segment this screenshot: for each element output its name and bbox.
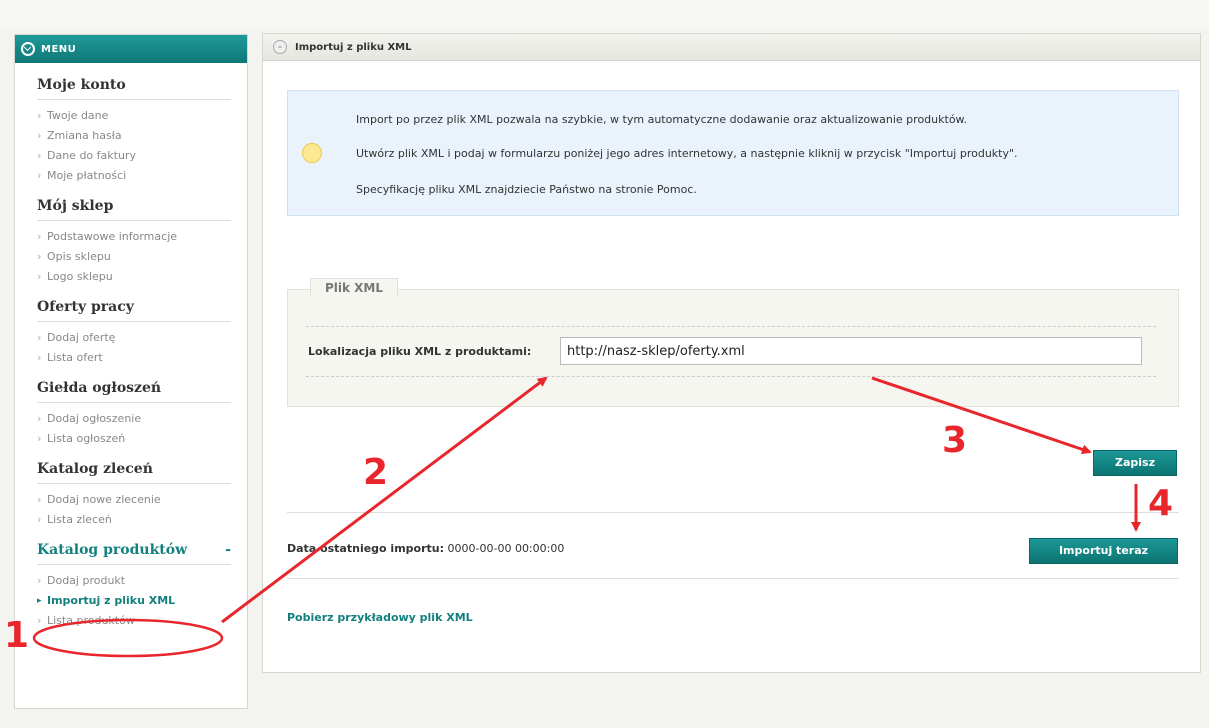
annotation-number-2: 2	[363, 452, 389, 493]
annotation-overlay	[32, 376, 1141, 658]
annotation-circle-1	[32, 618, 224, 658]
annotation-number-1: 1	[4, 615, 30, 656]
annotation-number-3: 3	[942, 420, 968, 461]
annotation-arrow-3	[871, 376, 1092, 455]
annotation-arrow-2	[221, 376, 548, 624]
annotation-number-4: 4	[1148, 483, 1174, 524]
